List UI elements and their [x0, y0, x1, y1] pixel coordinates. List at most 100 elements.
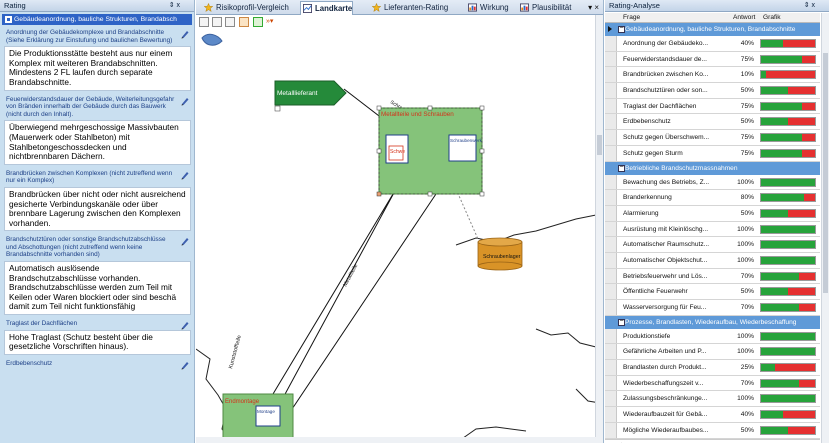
- paste-icon[interactable]: [212, 17, 222, 27]
- table-row[interactable]: Gefährliche Arbeiten und P... 100%: [605, 344, 820, 361]
- table-row[interactable]: Automatischer Raumschutz... 100%: [605, 237, 820, 253]
- node-schraubenwerk-label: Schraubenwerk: [450, 138, 483, 143]
- table-row[interactable]: Schutz gegen Überschwem... 75%: [605, 130, 820, 146]
- more-icon[interactable]: »​▾: [266, 17, 273, 25]
- rating-bar-fill: [761, 288, 788, 296]
- scroll-thumb[interactable]: [823, 53, 828, 293]
- selection-handle[interactable]: [376, 148, 382, 154]
- selection-handle[interactable]: [479, 105, 485, 111]
- answer-cell: 75%: [740, 149, 754, 157]
- node-marker: [274, 105, 281, 112]
- selection-handle[interactable]: [479, 148, 485, 154]
- selection-handle[interactable]: [427, 105, 433, 111]
- table-row[interactable]: Traglast der Dachflächen 75%: [605, 98, 820, 115]
- answer-text[interactable]: Hohe Traglast (Schutz besteht über die g…: [4, 329, 191, 355]
- tab-controls[interactable]: ▾ ×: [588, 1, 599, 14]
- edge-label-metallteile: Metallteile: [342, 263, 359, 288]
- tab-lieferanten-rating[interactable]: Lieferanten-Rating: [370, 1, 448, 15]
- rating-bar: [760, 70, 816, 80]
- collapse-toggle-icon[interactable]: −: [618, 164, 625, 172]
- edit-pencil-icon[interactable]: [180, 320, 190, 330]
- answer-text[interactable]: Die Produktionsstätte besteht aus nur ei…: [4, 46, 191, 91]
- tab-plausibilitaet[interactable]: Plausibilität: [518, 1, 571, 15]
- selection-handle[interactable]: [376, 105, 382, 111]
- selection-handle[interactable]: [427, 191, 433, 197]
- group-row[interactable]: − Betriebliche Brandschutzmassnahmen: [605, 161, 820, 175]
- table-row[interactable]: Produktionstiefe 100%: [605, 328, 820, 345]
- edit-pencil-icon[interactable]: [180, 170, 190, 180]
- row-gutter: [605, 344, 617, 360]
- question-label: Brandschutztüren oder sonstige Brandschu…: [6, 236, 189, 259]
- rating-bar-fill: [761, 209, 788, 217]
- line-style-icon[interactable]: [239, 17, 249, 27]
- table-row[interactable]: Zulassungsbeschränkunge... 100%: [605, 391, 820, 408]
- table-row[interactable]: Ausrüstung mit Kleinlöschg... 100%: [605, 221, 820, 238]
- table-row[interactable]: Branderkennung 80%: [605, 190, 820, 206]
- tab-landkarte[interactable]: Landkarte: [300, 1, 354, 16]
- row-gutter: [605, 237, 617, 252]
- rating-bar: [760, 255, 816, 265]
- table-row[interactable]: Brandschutztüren oder son... 50%: [605, 83, 820, 99]
- selection-handle[interactable]: [479, 191, 485, 197]
- layout-icon[interactable]: [225, 17, 235, 27]
- table-row[interactable]: Schutz gegen Sturm 75%: [605, 145, 820, 162]
- group-row[interactable]: − Gebäudeanordnung, bauliche Strukturen, …: [605, 23, 820, 36]
- scroll-thumb[interactable]: [597, 135, 602, 155]
- table-row[interactable]: Brandlasten durch Produkt... 25%: [605, 360, 820, 376]
- table-row[interactable]: Erdbebenschutz 50%: [605, 114, 820, 131]
- edge-line[interactable]: [275, 178, 447, 434]
- selection-handle[interactable]: [376, 191, 382, 197]
- row-gutter: [605, 328, 617, 344]
- answer-text[interactable]: Brandbrücken über nicht oder nicht ausre…: [4, 186, 191, 232]
- table-row[interactable]: Feuerwiderstandsdauer de... 75%: [605, 51, 820, 68]
- column-antwort[interactable]: Antwort: [733, 13, 755, 23]
- edge-kunststoffteile[interactable]: [251, 188, 397, 430]
- answer-text[interactable]: Überwiegend mehrgeschossige Massivbauten…: [4, 120, 191, 165]
- group-row[interactable]: +Hauptgefahren, Wasser: [605, 438, 820, 443]
- answer-cell: 100%: [737, 332, 754, 340]
- chart-icon: [468, 3, 477, 12]
- answer-text[interactable]: Automatisch auslösende Brandschutzabschl…: [4, 261, 191, 316]
- edit-pencil-icon[interactable]: [180, 96, 190, 106]
- collapse-toggle-icon[interactable]: −: [618, 25, 625, 33]
- map-icon: [303, 4, 312, 13]
- map-canvas[interactable]: Metallteile Kunststoffteile Schrauben Me…: [196, 29, 604, 443]
- rating-bar-fill: [761, 395, 815, 403]
- table-row[interactable]: Alarmierung 50%: [605, 205, 820, 222]
- table-row[interactable]: Wiederaufbauzeit für Gebä... 40%: [605, 407, 820, 423]
- question-cell: Wasserversorgung für Feu...: [623, 304, 707, 311]
- table-row[interactable]: Brandbrücken zwischen Ko... 10%: [605, 67, 820, 84]
- table-row[interactable]: Wasserversorgung für Feu... 70%: [605, 300, 820, 316]
- edit-pencil-icon[interactable]: [180, 360, 190, 370]
- group-title: Betriebliche Brandschutzmassnahmen: [625, 164, 738, 172]
- vertical-scrollbar[interactable]: [595, 15, 603, 443]
- column-frage[interactable]: Frage: [623, 13, 640, 23]
- section-header[interactable]: Gebäudeanordnung, bauliche Strukturen, B…: [2, 14, 192, 25]
- vertical-scrollbar[interactable]: [821, 13, 829, 443]
- horizontal-scrollbar[interactable]: [196, 437, 596, 443]
- table-row[interactable]: Öffentliche Feuerwehr 50%: [605, 284, 820, 300]
- table-row[interactable]: Automatischer Objektschut... 100%: [605, 252, 820, 269]
- collapse-toggle-icon[interactable]: −: [618, 318, 625, 326]
- rating-bar: [760, 271, 816, 281]
- rating-bar-fill: [761, 118, 788, 126]
- edit-pencil-icon[interactable]: [180, 29, 190, 39]
- tab-risikoprofil-vergleich[interactable]: Risikoprofil-Vergleich: [202, 1, 289, 15]
- column-grafik[interactable]: Grafik: [763, 13, 781, 23]
- edit-pencil-icon[interactable]: [180, 236, 190, 246]
- pin-close-controls[interactable]: ⇕ x: [804, 0, 815, 12]
- pin-close-controls[interactable]: ⇕ x: [169, 0, 180, 12]
- copy-icon[interactable]: [199, 17, 209, 27]
- section-icon: [5, 16, 12, 23]
- question-cell: Brandschutztüren oder son...: [623, 87, 708, 95]
- group-row[interactable]: − Prozesse, Brandlasten, Wiederaufbau, Wi…: [605, 315, 820, 329]
- table-row[interactable]: Betriebsfeuerwehr und Lös... 70%: [605, 268, 820, 285]
- table-row[interactable]: Anordnung der Gebäudeko... 40%: [605, 36, 820, 52]
- table-row[interactable]: Bewachung des Betriebs, Z... 100%: [605, 174, 820, 191]
- table-row[interactable]: Wiederbeschaffungszeit v... 70%: [605, 375, 820, 392]
- table-row[interactable]: Mögliche Wiederaufbaubes... 50%: [605, 422, 820, 439]
- color-icon[interactable]: [253, 17, 263, 27]
- question-label: Anordnung der Gebäudekomplexe und Branda…: [6, 29, 189, 44]
- map-toolbar: »​▾: [196, 15, 603, 29]
- tab-wirkung[interactable]: Wirkung: [466, 1, 509, 15]
